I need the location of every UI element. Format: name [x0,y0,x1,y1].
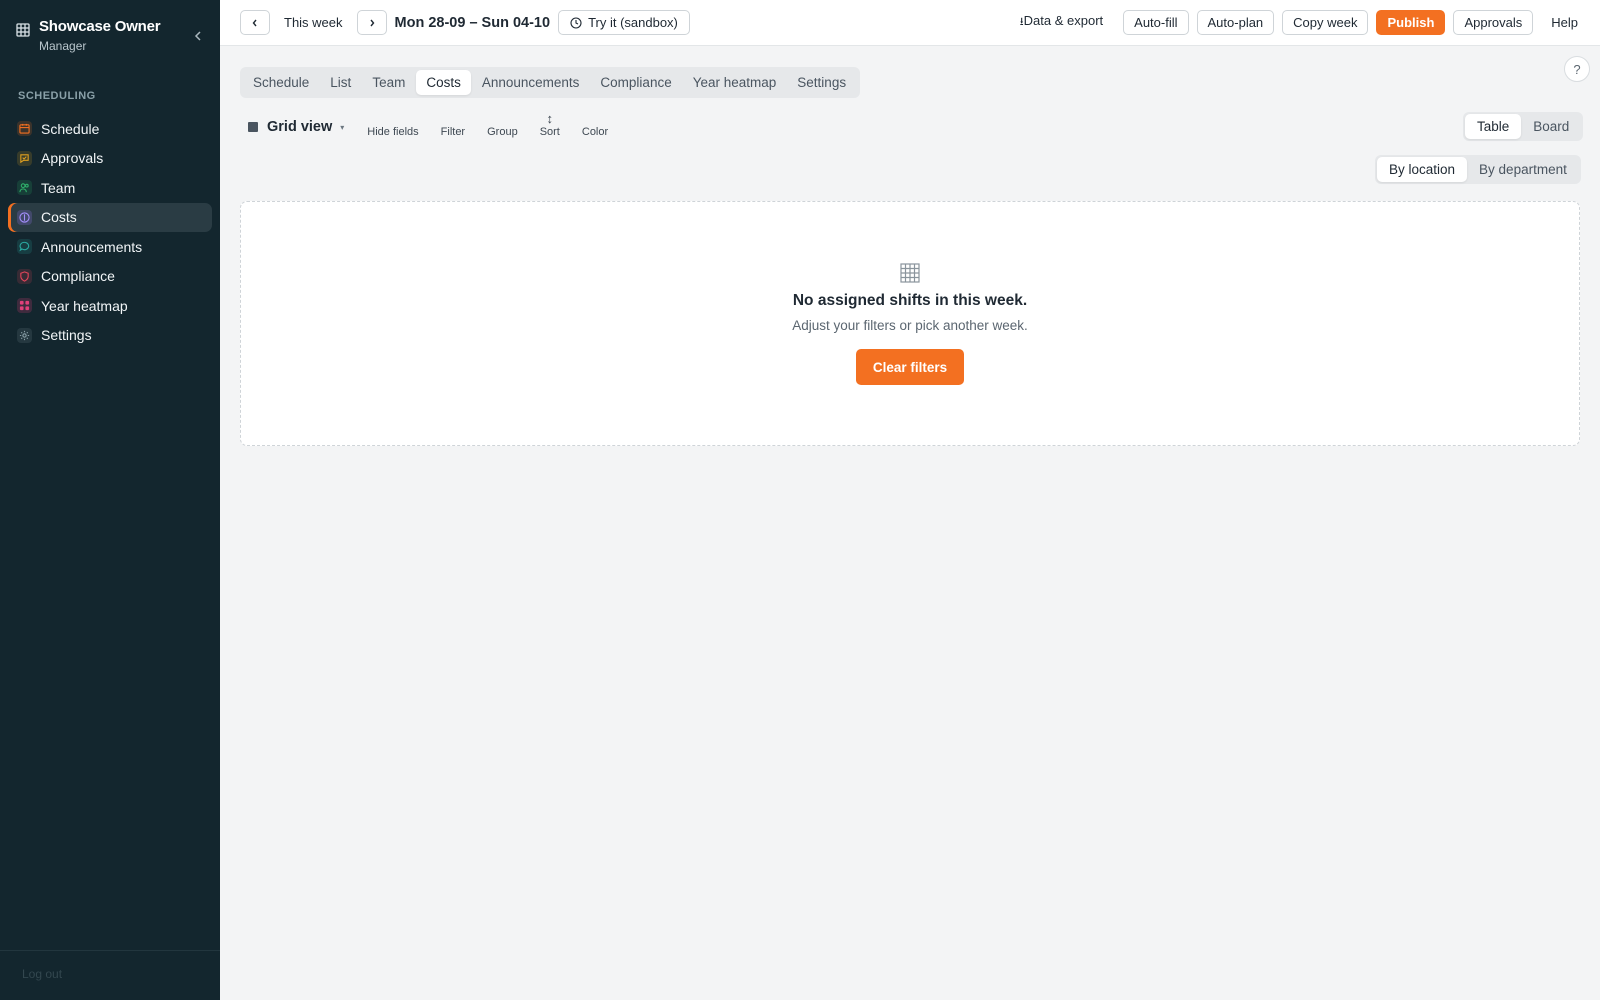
empty-state: No assigned shifts in this week. Adjust … [240,201,1580,446]
tab-list[interactable]: List [320,70,361,95]
gear-icon [17,327,32,343]
logout-link[interactable]: Log out [0,950,220,1000]
sandbox-label: Try it (sandbox) [588,15,678,30]
table-view-button[interactable]: Table [1465,114,1522,139]
grid-view-selector[interactable]: Grid view [267,119,332,135]
data-export-label: Data & export [1023,13,1104,28]
sidebar-item-schedule[interactable]: Schedule [8,114,212,143]
sidebar-nav: Schedule Approvals Team Costs Announceme… [0,114,220,350]
empty-state-title: No assigned shifts in this week. [792,292,1028,309]
filter-button[interactable]: Filter [430,126,476,138]
top-actions: ⭳Data & export Auto-fill Auto-plan Copy … [1020,10,1600,35]
sidebar-header: Showcase Owner Manager [0,0,220,66]
sidebar-item-settings[interactable]: Settings [8,321,212,350]
by-location-button[interactable]: By location [1377,157,1468,182]
calendar-icon [17,121,32,136]
empty-state-subtitle: Adjust your filters or pick another week… [792,318,1028,333]
sidebar-item-label: Schedule [41,120,100,137]
clear-filters-button[interactable]: Clear filters [855,349,965,385]
sidebar-item-label: Year heatmap [41,297,128,314]
approvals-button[interactable]: Approvals [1453,10,1534,35]
section-label: SCHEDULING [18,90,96,102]
sidebar-item-label: Announcements [41,238,143,255]
top-bar: This week Mon 28-09 – Sun 04-10 Try it (… [220,0,1600,46]
sidebar-item-label: Compliance [41,268,115,284]
tab-compliance[interactable]: Compliance [590,70,681,95]
board-view-button[interactable]: Board [1521,114,1581,139]
users-icon [17,180,32,195]
this-week-button[interactable]: This week [270,15,357,30]
hide-fields-label: Hide fields [367,126,419,138]
data-export-button[interactable]: ⭳Data & export [1020,13,1103,32]
sidebar-item-team[interactable]: Team [8,173,212,202]
chevron-left-icon [252,19,257,26]
message-icon [17,239,32,254]
logout-label: Log out [22,967,63,981]
sidebar: Showcase Owner Manager SCHEDULING Schedu… [0,0,220,1000]
group-toggle: By location By department [1375,155,1581,184]
account-switcher[interactable]: Showcase Owner Manager [39,18,190,53]
chevron-right-icon [369,19,374,26]
tab-team[interactable]: Team [362,70,415,95]
color-label: Color [581,126,609,138]
help-link[interactable]: Help [1551,15,1578,30]
tab-schedule[interactable]: Schedule [243,70,319,95]
group-label: Group [487,126,518,138]
publish-button[interactable]: Publish [1376,10,1446,35]
sort-button[interactable]: ↕ Sort [529,112,571,138]
heatmap-icon [17,298,32,313]
clock-icon [570,16,582,29]
tab-year-heatmap[interactable]: Year heatmap [683,70,787,95]
sidebar-item-year-heatmap[interactable]: Year heatmap [8,291,212,320]
filter-label: Filter [440,126,466,138]
hide-fields-button[interactable]: Hide fields [356,126,429,138]
copy-week-button[interactable]: Copy week [1282,10,1369,35]
sidebar-item-costs[interactable]: Costs [8,202,212,232]
prev-week-button[interactable] [240,10,270,35]
sidebar-item-label: Settings [41,327,92,343]
table-grid-icon [900,263,920,283]
sidebar-item-announcements[interactable]: Announcements [8,232,212,261]
grid-icon [16,23,30,37]
date-range[interactable]: Mon 28-09 – Sun 04-10 [395,15,551,31]
sidebar-item-compliance[interactable]: Compliance [8,262,212,291]
sidebar-item-label: Approvals [41,150,104,166]
sort-arrows-icon: ↕ [546,111,554,126]
view-toggle: Table Board [1463,112,1584,141]
by-department-button[interactable]: By department [1467,157,1579,182]
sidebar-item-label: Team [41,179,76,196]
caret-down-icon[interactable]: ▾ [340,123,344,132]
dollar-icon [17,209,32,225]
help-circle-button[interactable]: ? [1564,56,1590,82]
chat-check-icon [17,150,32,166]
shield-icon [17,268,32,284]
owner-role: Manager [39,39,87,53]
tab-settings[interactable]: Settings [787,70,856,95]
sidebar-item-approvals[interactable]: Approvals [8,144,212,173]
tab-announcements[interactable]: Announcements [472,70,590,95]
chevron-left-icon[interactable] [190,28,206,44]
group-button[interactable]: Group [476,126,529,138]
owner-name: Showcase Owner [39,18,161,35]
grid-toolbar: Grid view ▾ Hide fields Filter Group ↕ So… [248,112,619,142]
grid-view-icon [248,122,258,132]
tab-costs[interactable]: Costs [416,70,471,95]
auto-plan-button[interactable]: Auto-plan [1196,10,1275,35]
sidebar-item-label: Costs [41,209,77,225]
sandbox-button[interactable]: Try it (sandbox) [558,10,690,35]
next-week-button[interactable] [356,10,387,35]
sort-label: Sort [539,126,560,138]
view-tabs: Schedule List Team Costs Announcements C… [240,67,861,98]
color-button[interactable]: Color [571,126,619,138]
auto-fill-button[interactable]: Auto-fill [1123,10,1189,35]
